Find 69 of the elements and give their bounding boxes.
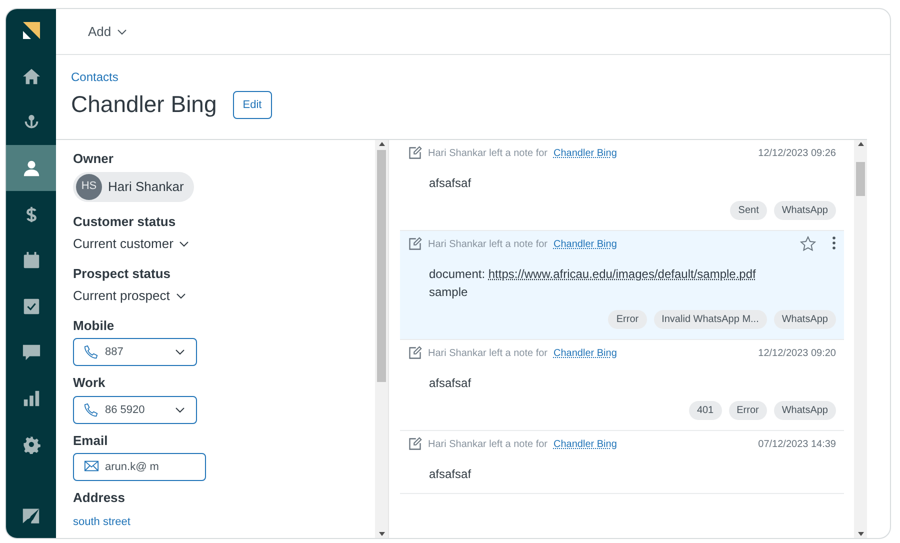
contact-name: Chandler Bing — [71, 90, 217, 119]
scrollbar[interactable] — [854, 140, 867, 538]
tag: 401 — [688, 401, 722, 420]
contact-link[interactable]: Chandler Bing — [554, 146, 617, 160]
contact-link[interactable]: Chandler Bing — [554, 236, 617, 252]
tag: WhatsApp — [774, 201, 836, 220]
chevron-down-icon — [175, 406, 185, 412]
chevron-down-icon — [179, 240, 190, 247]
edit-button[interactable]: Edit — [232, 90, 272, 119]
tag: Error — [728, 401, 767, 420]
tag: Sent — [730, 201, 767, 220]
chat-bubble-icon — [22, 342, 40, 362]
phone-icon — [84, 402, 98, 416]
note-author: Hari Shankar left a note for — [428, 346, 548, 360]
note-text: sample — [429, 284, 469, 301]
contact-link[interactable]: Chandler Bing — [554, 436, 617, 452]
field-label: Owner — [73, 150, 114, 168]
status-dropdown[interactable]: Current prospect — [73, 286, 186, 306]
chevron-down-icon — [176, 292, 186, 299]
note-date: 07/12/2023 14:39 — [758, 438, 836, 452]
chevron-down-icon — [117, 28, 128, 34]
tag: WhatsApp — [774, 401, 836, 420]
note-author: Hari Shankar left a note for — [428, 146, 548, 160]
note-text: afsafsaf — [429, 175, 472, 192]
owner-name: Hari Shankar — [108, 178, 184, 196]
star-icon[interactable] — [800, 236, 816, 252]
note-date: 12/12/2023 09:26 — [758, 146, 836, 160]
add-menu[interactable]: Add — [88, 22, 128, 42]
note-author: Hari Shankar left a note for — [428, 438, 548, 452]
scrollbar[interactable] — [375, 140, 388, 538]
person-icon — [22, 158, 40, 178]
nav-item[interactable] — [6, 145, 56, 191]
breadcrumb-link[interactable]: Contacts — [71, 70, 118, 84]
calendar-icon — [22, 250, 40, 270]
home-icon — [22, 66, 40, 86]
owner-chip[interactable]: HS Hari Shankar — [73, 172, 194, 202]
phone-field[interactable]: 86 5920 — [73, 396, 197, 424]
field-label: Mobile — [73, 316, 116, 334]
note-icon — [408, 437, 422, 451]
note-icon — [408, 346, 422, 360]
checkbox-icon — [22, 296, 40, 316]
note-text: afsafsaf — [429, 375, 472, 392]
email-field[interactable]: arun.k@ m — [73, 453, 206, 481]
field-label: Address — [73, 489, 126, 507]
note-icon — [408, 237, 422, 251]
gear-icon — [22, 434, 40, 454]
status-dropdown[interactable]: Current customer — [73, 234, 190, 254]
tag: Error — [608, 310, 647, 329]
chevron-down-icon — [175, 349, 185, 355]
note-author: Hari Shankar left a note for — [428, 238, 548, 252]
more-options-icon[interactable] — [832, 236, 836, 252]
envelope-icon — [84, 460, 99, 472]
address-link[interactable]: south street — [73, 516, 130, 528]
avatar: HS — [76, 174, 102, 200]
note-date: 12/12/2023 09:20 — [758, 346, 836, 360]
tag: Invalid WhatsApp M... — [654, 310, 767, 329]
note-text: document: — [429, 267, 486, 281]
document-link[interactable]: https://www.africau.edu/images/default/sample.pdf — [488, 267, 756, 281]
field-label: Prospect status — [73, 264, 172, 283]
phone-icon — [84, 345, 98, 359]
phone-field[interactable]: 887 — [73, 338, 197, 366]
bar-chart-icon — [22, 388, 40, 408]
field-label: Work — [73, 374, 106, 392]
tag: WhatsApp — [774, 310, 836, 329]
note-text: afsafsaf — [429, 466, 472, 483]
note-icon — [408, 146, 422, 160]
field-label: Customer status — [73, 212, 177, 230]
field-label: Email — [73, 432, 109, 450]
contact-link[interactable]: Chandler Bing — [554, 346, 617, 360]
